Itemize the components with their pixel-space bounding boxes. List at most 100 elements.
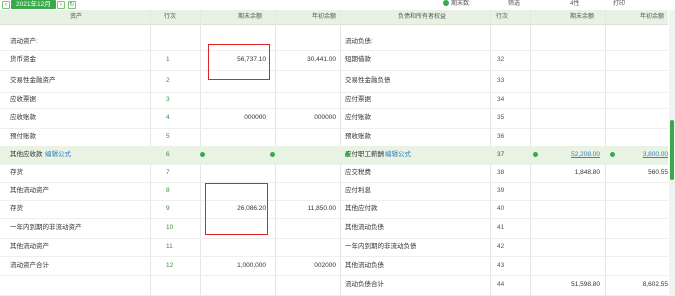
table-row: 交易性金融资产 2 交易性金融负债 33 [0, 70, 668, 93]
liability-line-no: 38 [497, 169, 505, 176]
highlight-box-inventory [205, 183, 268, 235]
asset-start-value[interactable]: 002000 [276, 256, 336, 275]
refresh-icon[interactable]: ↻ [67, 0, 76, 9]
expand-icon[interactable] [200, 152, 205, 157]
edit-formula-link[interactable]: 编辑公式 [45, 146, 71, 164]
liability-name: 其他应付款 [345, 205, 378, 212]
liability-end-value[interactable]: 51,598.80 [540, 275, 600, 295]
expand-icon[interactable] [610, 152, 615, 157]
liability-name: 应付职工薪酬 [345, 151, 384, 158]
liability-line-no: 42 [497, 243, 505, 250]
asset-name: 流动资产: [10, 38, 38, 45]
asset-line-no: 8 [166, 187, 170, 194]
asset-start-value[interactable]: 30,441.00 [276, 50, 336, 70]
liability-name: 其他流动负债 [345, 262, 384, 269]
liability-name: 流动负债: [345, 38, 373, 45]
liability-line-no: 39 [497, 187, 505, 194]
liability-end-value[interactable]: 1,848.80 [540, 164, 600, 182]
asset-name: 预付账款 [10, 133, 36, 140]
asset-line-no: 2 [166, 77, 170, 84]
liability-name: 一年内到期的非流动负债 [345, 243, 417, 250]
liability-line-no: 32 [497, 56, 505, 63]
table-row: 存货 9 26,086.20 11,850.00 其他应付款 40 [0, 200, 668, 219]
liability-name: 应付账款 [345, 114, 371, 121]
liability-line-no: 33 [497, 77, 505, 84]
table-row: 其他流动资产 11 一年内到期的非流动负债 42 [0, 238, 668, 257]
period-selector[interactable]: 2021年12月 [11, 0, 56, 9]
asset-name: 货币资金 [10, 56, 36, 63]
asset-start-value[interactable]: 000000 [276, 108, 336, 128]
liability-name: 应交税费 [345, 169, 371, 176]
table-row: 应收账款 4 000000 000000 应付账款 35 [0, 108, 668, 129]
period-nav: ‹ 2021年12月 › ↻ [2, 0, 76, 9]
asset-name: 一年内到期的非流动资产 [10, 224, 82, 231]
expand-icon[interactable] [270, 152, 275, 157]
print-dropdown[interactable]: 打印 [613, 0, 625, 8]
col-line2: 行次 [496, 14, 509, 20]
col-liab: 负债和所有者权益 [398, 14, 447, 20]
liability-name: 应付利息 [345, 187, 371, 194]
asset-name: 存货 [10, 205, 23, 212]
asset-name: 应收票据 [10, 96, 36, 103]
toolbar: ‹ 2021年12月 › ↻ 期末数: 筛选 4性 打印 [0, 0, 675, 10]
asset-name: 应收账款 [10, 114, 36, 121]
prev-period-button[interactable]: ‹ [2, 0, 10, 9]
liability-line-no: 34 [497, 96, 505, 103]
liability-line-no: 36 [497, 133, 505, 140]
asset-name: 其他流动资产 [10, 243, 49, 250]
liability-line-no: 35 [497, 114, 505, 121]
edit-formula-link-2[interactable]: 编辑公式 [385, 146, 411, 164]
col-end2: 期末余额 [570, 14, 595, 20]
expand-icon[interactable] [345, 152, 350, 157]
balance-check[interactable]: 期末数: [443, 0, 471, 8]
asset-line-no: 10 [166, 224, 174, 231]
table-row: 流动资产合计 12 1,000,000 002000 其他流动负债 43 [0, 256, 668, 276]
next-period-button[interactable]: › [56, 0, 65, 9]
asset-line-no: 9 [166, 205, 170, 212]
highlight-box-cash [208, 44, 270, 80]
table-row: 其他应收款 6 应付职工薪酬 37 52,208.00 3,800.00 编辑公式 编辑公式 [0, 146, 668, 165]
asset-start-value[interactable]: 11,850.00 [276, 200, 336, 218]
format-dropdown[interactable]: 4性 [570, 0, 579, 8]
col-line: 行次 [164, 14, 177, 20]
liability-line-no: 44 [497, 281, 505, 288]
col-start2: 年初余额 [640, 14, 665, 20]
check-label: 期末数: [451, 1, 471, 7]
liability-name: 其他流动负债 [345, 224, 384, 231]
asset-line-no: 6 [166, 151, 170, 158]
scrollbar-thumb[interactable] [670, 120, 674, 180]
asset-end-value[interactable]: 1,000,000 [206, 256, 266, 275]
asset-line-no: 7 [166, 169, 170, 176]
expand-icon[interactable] [533, 152, 538, 157]
table-row: 一年内到期的非流动资产 10 其他流动负债 41 [0, 218, 668, 239]
asset-line-no: 3 [166, 96, 170, 103]
asset-line-no: 12 [166, 262, 174, 269]
liability-start-value[interactable]: 3,800.00 [608, 146, 668, 164]
col-end: 期末余额 [238, 14, 263, 20]
filter-dropdown[interactable]: 筛选 [508, 0, 520, 8]
asset-name: 其他流动资产 [10, 187, 49, 194]
table-row: 其他流动资产 8 应付利息 39 [0, 182, 668, 201]
liability-start-value[interactable]: 560.55 [608, 164, 668, 182]
liability-line-no: 41 [497, 224, 505, 231]
asset-line-no: 5 [166, 133, 170, 140]
asset-end-value[interactable]: 000000 [206, 108, 266, 128]
table-row: 货币资金 1 56,737.10 30,441.00 短期借款 32 [0, 50, 668, 71]
table-header: 资产 行次 期末余额 年初余额 负债和所有者权益 行次 期末余额 年初余额 [0, 10, 668, 25]
liability-start-value[interactable]: 8,602.55 [608, 275, 668, 295]
asset-line-no: 11 [166, 243, 173, 250]
liability-name: 预收账款 [345, 133, 371, 140]
liability-name: 应付票据 [345, 96, 371, 103]
asset-line-no: 4 [166, 114, 170, 121]
liability-name: 流动负债合计 [345, 281, 384, 288]
liability-line-no: 40 [497, 205, 505, 212]
liability-end-value[interactable]: 52,208.00 [540, 146, 600, 164]
table-row: 应收票据 3 应付票据 34 [0, 92, 668, 109]
liability-line-no: 43 [497, 262, 505, 269]
table-row: 流动负债合计 44 51,598.80 8,602.55 [0, 275, 668, 296]
vertical-scrollbar[interactable] [669, 10, 675, 296]
liability-name: 交易性金融负债 [345, 77, 391, 84]
col-asset: 资产 [70, 14, 83, 20]
table-row: 流动资产: 流动负债: [0, 34, 668, 51]
table-row: 存货 7 应交税费 38 1,848.80 560.55 [0, 164, 668, 183]
